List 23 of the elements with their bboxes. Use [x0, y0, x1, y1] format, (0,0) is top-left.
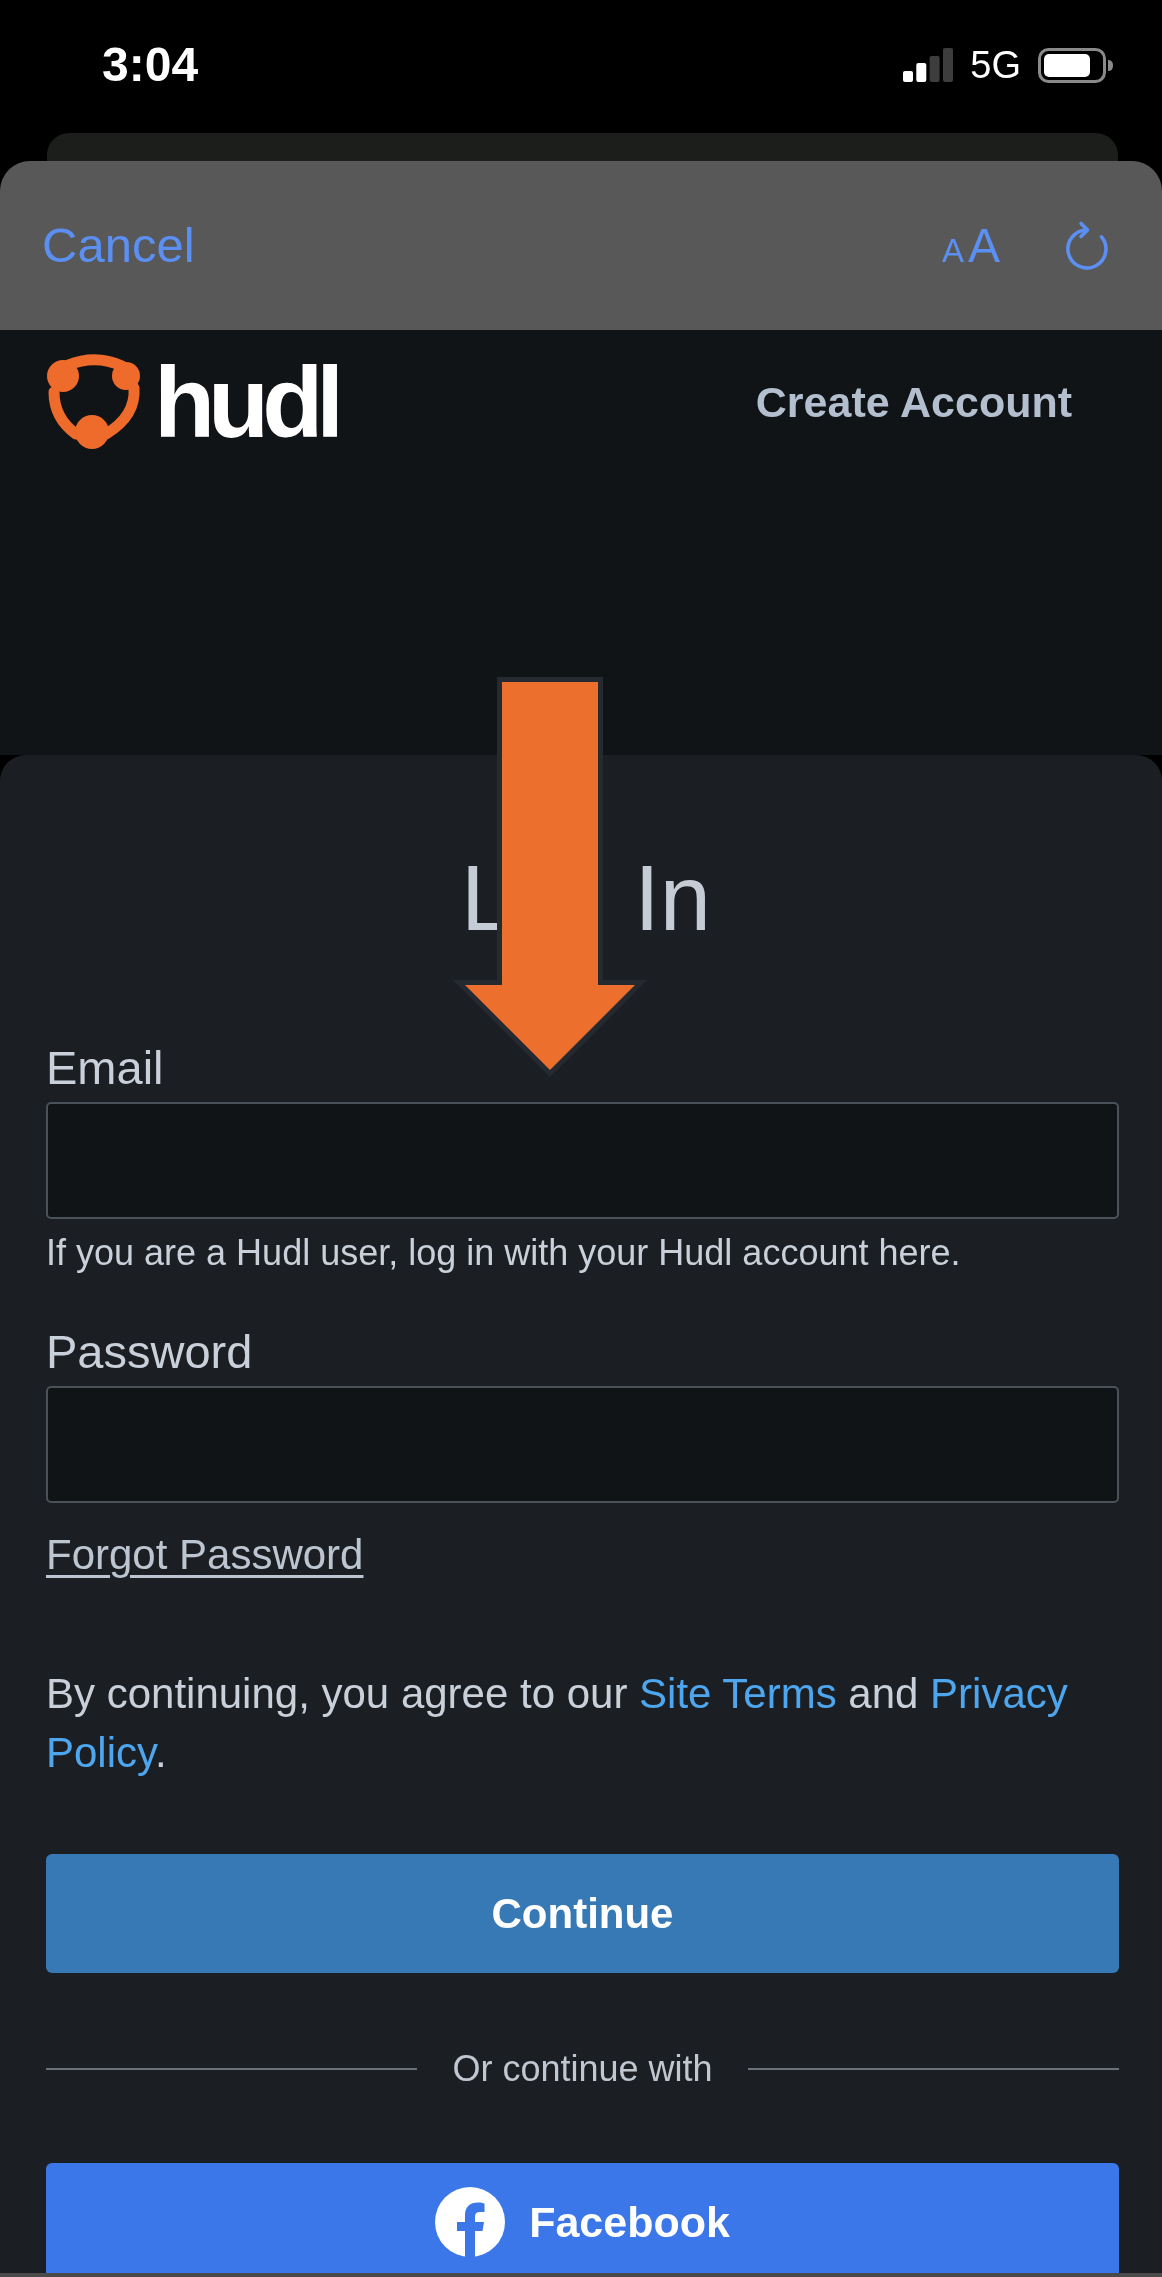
terms-text: By continuing, you agree to our Site Terms and Privacy Policy. — [46, 1669, 1069, 1778]
helper-text: If you are a Hudl user, log in with your Hudl account here. — [46, 1235, 961, 1271]
field-label: Password — [46, 1328, 253, 1375]
terms-link[interactable]: Site Terms — [639, 1670, 837, 1717]
status-time: 3:04 — [102, 41, 199, 89]
facebook-icon — [435, 2187, 506, 2257]
create-account-link[interactable]: Create Account — [755, 380, 1072, 424]
input-field[interactable] — [46, 1386, 1119, 1503]
continue-button[interactable]: Continue — [46, 1854, 1119, 1973]
title-text: In — [634, 852, 711, 944]
terms-link[interactable]: Policy — [46, 1729, 155, 1776]
forgot-password-link[interactable]: Forgot Password — [46, 1534, 364, 1576]
social-login-button[interactable]: Facebook — [46, 2163, 1119, 2273]
logo-icon[interactable] — [46, 354, 142, 450]
battery-icon — [1038, 47, 1113, 83]
refresh-icon[interactable] — [1064, 219, 1110, 272]
signal-icon — [903, 48, 954, 82]
field-label: Email — [46, 1044, 164, 1091]
input-field[interactable] — [46, 1102, 1119, 1219]
network-label: 5G — [970, 46, 1021, 84]
terms-link[interactable]: Privacy — [930, 1670, 1068, 1717]
logo-wordmark: hudl — [154, 352, 338, 452]
divider-text: Or continue with — [452, 2049, 713, 2089]
